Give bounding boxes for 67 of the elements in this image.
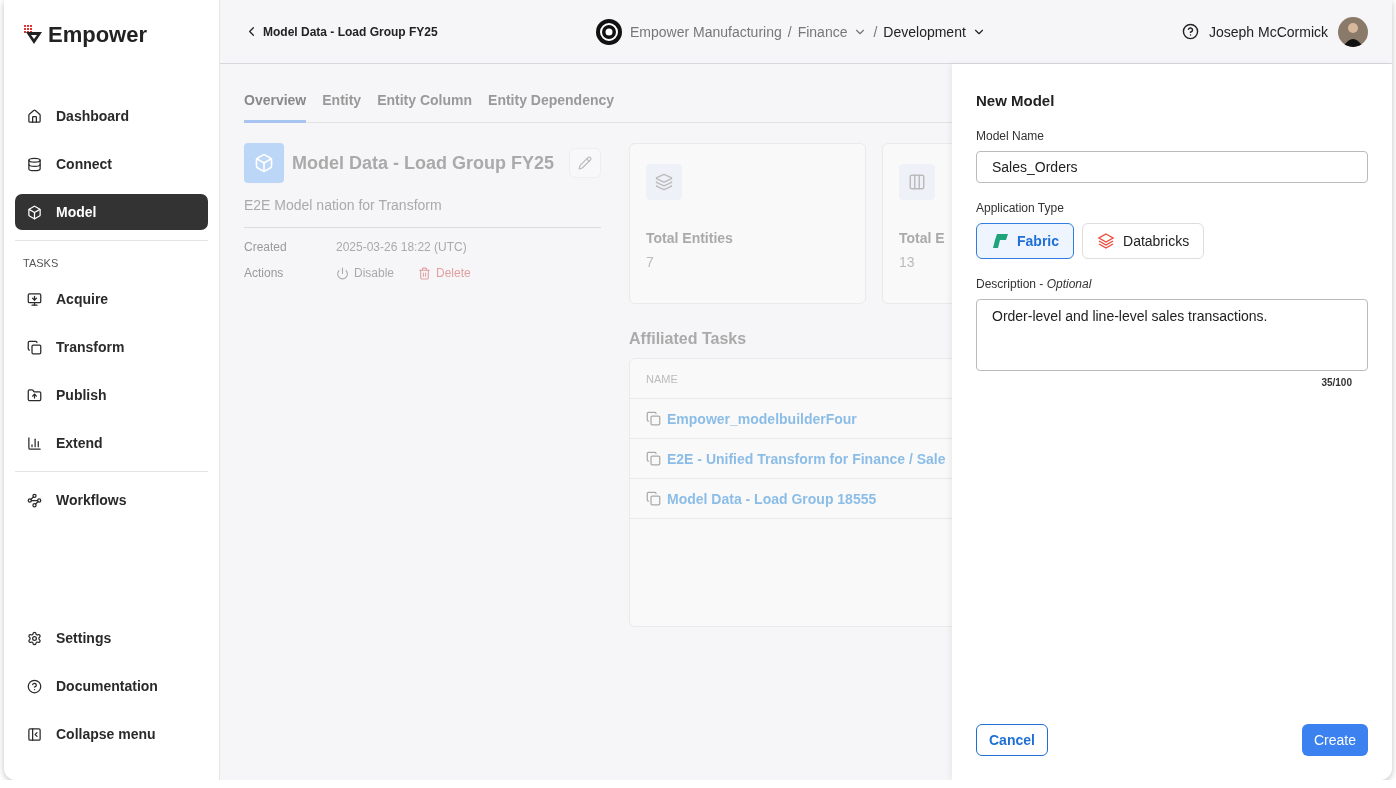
brand-name: Empower xyxy=(48,22,148,48)
folder-icon xyxy=(27,387,42,403)
cube-icon xyxy=(254,153,274,173)
model-name-field[interactable]: Sales_Orders xyxy=(976,151,1368,183)
breadcrumb-item[interactable]: Development xyxy=(883,23,986,40)
layers-icon xyxy=(655,173,673,191)
field-label: Description - Optional xyxy=(976,277,1093,291)
help-icon xyxy=(27,678,42,694)
house-icon xyxy=(27,108,42,124)
nav-item[interactable]: Connect xyxy=(15,146,208,182)
route-icon xyxy=(27,492,42,508)
model-description: E2E Model nation for Transform xyxy=(244,197,601,228)
chart-icon xyxy=(27,435,42,451)
logo-icon xyxy=(24,25,44,45)
squares-icon xyxy=(646,491,661,506)
stat-value: 13 xyxy=(899,254,916,270)
meta-label: Actions xyxy=(244,266,285,280)
org-logo-icon xyxy=(594,16,624,47)
meta-label: Created xyxy=(244,240,288,254)
type-option[interactable]: Databricks xyxy=(1082,223,1205,259)
squares-icon xyxy=(646,411,661,426)
character-counter: 35/100 xyxy=(1321,377,1352,388)
stat-label: Total Entities xyxy=(646,230,734,246)
columns-icon xyxy=(908,173,926,191)
type-option[interactable]: Fabric xyxy=(976,223,1074,259)
breadcrumb-separator: / xyxy=(787,23,792,40)
breadcrumb-separator: / xyxy=(873,23,878,40)
layers-logo-icon xyxy=(1097,232,1115,250)
nav-item[interactable]: Dashboard xyxy=(15,98,208,134)
power-icon xyxy=(336,266,349,280)
nav-item[interactable]: Acquire xyxy=(15,281,208,317)
settings-icon xyxy=(27,630,42,646)
squares-icon xyxy=(646,451,661,466)
nav-item[interactable]: Settings xyxy=(15,620,208,656)
help-icon[interactable] xyxy=(1181,23,1199,40)
nav-item[interactable]: Documentation xyxy=(15,668,208,704)
nav-item[interactable]: Collapse menu xyxy=(15,716,208,752)
breadcrumb-item[interactable]: Empower Manufacturing xyxy=(630,23,782,40)
section-label: TASKS xyxy=(22,256,60,271)
nav-item[interactable]: Workflows xyxy=(15,482,208,518)
description-field[interactable]: Order-level and line-level sales transactions. xyxy=(976,299,1368,371)
section-title: Affiliated Tasks xyxy=(629,330,748,348)
panel-icon xyxy=(27,726,42,742)
create-button[interactable]: Create xyxy=(1301,724,1368,756)
nav-item[interactable]: Extend xyxy=(15,425,208,461)
field-label: Application Type xyxy=(976,201,1065,215)
cancel-button[interactable]: Cancel xyxy=(976,724,1048,756)
cube-icon xyxy=(27,204,42,220)
fabric-logo-icon xyxy=(991,232,1009,250)
trash-icon xyxy=(418,266,432,280)
stat-label: Total E xyxy=(899,230,946,246)
nav-item[interactable]: Transform xyxy=(15,329,208,365)
model-title: Model Data - Load Group FY25 xyxy=(292,152,555,174)
stat-value: 7 xyxy=(646,254,655,270)
field-label: Model Name xyxy=(976,129,1046,143)
database-icon xyxy=(27,156,42,172)
pencil-icon xyxy=(578,156,592,170)
user-name: Joseph McCormick xyxy=(1208,23,1328,40)
breadcrumb-item[interactable]: Finance xyxy=(797,23,868,40)
nav-item[interactable]: Publish xyxy=(15,377,208,413)
avatar[interactable] xyxy=(1338,16,1368,47)
back-link[interactable]: Model Data - Load Group FY25 xyxy=(244,24,594,39)
squares-icon xyxy=(27,339,42,355)
monitor-icon xyxy=(27,291,42,307)
meta-value: 2025-03-26 18:22 (UTC) xyxy=(336,240,467,254)
nav-item[interactable]: Model xyxy=(15,194,208,230)
panel-title: New Model xyxy=(976,92,1056,109)
